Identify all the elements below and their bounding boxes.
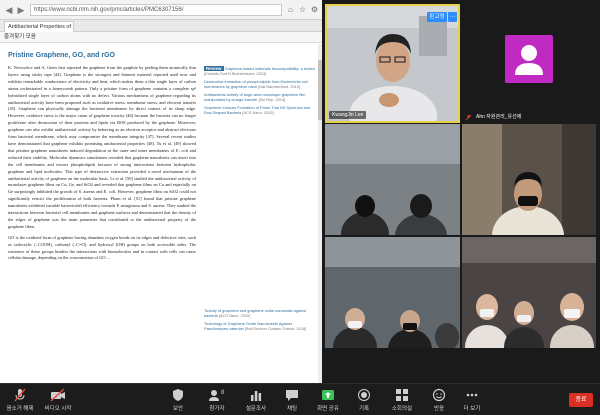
related-articles: Review Graphene-based materials biocompa… [204,66,316,136]
video-tile-avatar[interactable]: Ahn 자원관리_유선애 [462,4,596,123]
home-icon[interactable]: ⌂ [286,5,295,14]
participant-video [325,124,460,235]
related-source: [ACS Nano. 2010] [218,313,251,318]
article-content: Pristine Graphene, GO, and rGO K. Novose… [0,44,200,383]
breakout-rooms-button[interactable]: 소회의실 [382,387,422,415]
shield-icon [173,389,183,401]
participant-name: Ahn 자원관리_유선애 [476,114,522,120]
participants-button[interactable]: 8 참가자 [197,387,237,415]
zoom-meeting-window: ◀ ▶ https://www.ncbi.nlm.nih.gov/pmc/art… [0,0,600,415]
related-articles-bottom: Toxicity of graphene and graphene oxide … [204,308,316,338]
share-screen-icon [322,390,334,400]
more-options-button[interactable]: ··· [448,12,457,22]
speaker-video [327,6,458,121]
toolbar-label: 채팅 [286,406,298,412]
toolbar-label: 보안 [172,406,184,412]
related-item[interactable]: Toxicology of Graphene Oxide Nanosheets … [204,321,316,331]
participants-icon: 8 [209,390,225,401]
favorites-bar: 즐겨찾기 모음 [0,32,322,43]
related-title[interactable]: Antibacterial activity of large-area mon… [204,92,305,102]
related-source: [Bull Environ Contam Toxicol. 2018] [244,326,307,331]
toolbar-label: 화면 공유 [317,406,339,412]
mic-off-icon [14,388,26,402]
related-source: [Colloids Surf B Biointerfaces. 2013] [204,71,267,76]
participant-video [462,237,596,348]
polls-button[interactable]: 설문조사 [236,387,276,415]
related-item[interactable]: Toxicity of graphene and graphene oxide … [204,308,316,318]
record-icon [358,389,370,401]
related-source: [Nat Nanotechnol. 2013] [258,84,301,89]
meeting-toolbar: 음소거 해제 비디오 시작 보안 8 참가자 설문조사 채팅 화면 공유 기록 … [0,383,600,415]
video-tile[interactable] [325,124,460,235]
favorites-label[interactable]: 즐겨찾기 모음 [4,34,36,40]
share-screen-button[interactable]: 화면 공유 [308,387,348,415]
toolbar-label: 음소거 해제 [6,406,34,412]
related-source: [ACS Nano. 2015] [242,110,274,115]
security-button[interactable]: 보안 [158,387,198,415]
toolbar-label: 기록 [358,406,370,412]
related-item[interactable]: Destructive extraction of phospholipids … [204,79,316,89]
start-video-button[interactable]: 비디오 시작 [38,387,78,415]
unmute-button[interactable]: 음소거 해제 [0,387,40,415]
forward-arrow-icon[interactable]: ▶ [16,5,26,15]
participant-video [325,237,460,348]
end-meeting-button[interactable]: 종료 [569,393,593,407]
video-tile[interactable] [462,237,596,348]
breakout-icon [396,389,408,401]
more-icon [466,393,478,397]
back-arrow-icon[interactable]: ◀ [4,5,14,15]
toolbar-label: 설문조사 [245,406,267,412]
toolbar-label: 비디오 시작 [44,406,72,412]
record-button[interactable]: 기록 [344,387,384,415]
tab-strip: Antibacterial Properties of ... [0,20,322,32]
scrollbar-thumb[interactable] [318,60,322,120]
video-tile[interactable] [462,124,596,235]
related-item[interactable]: Review Graphene-based materials biocompa… [204,66,316,76]
chat-icon [286,390,298,401]
related-item[interactable]: Antibacterial activity of large-area mon… [204,92,316,102]
poll-icon [251,391,262,401]
related-source: [Sci Rep. 2014] [258,97,286,102]
video-tile[interactable] [325,237,460,348]
participant-video [462,124,596,235]
video-off-icon [50,388,65,402]
toolbar-label: 소회의실 [391,406,413,412]
avatar [505,35,553,83]
article-paragraph: GO is the oxidized form of graphene havi… [8,234,196,261]
pin-button[interactable]: 핀고정 [427,12,447,22]
toolbar-label: 더 보기 [463,406,481,412]
star-icon[interactable]: ☆ [298,5,307,14]
settings-gear-icon[interactable]: ⚙ [310,5,319,14]
person-icon [515,45,543,75]
article-heading: Pristine Graphene, GO, and rGO [8,52,115,59]
video-tile-speaker[interactable]: 핀고정 ··· KwangJin Lee [325,4,460,123]
browser-tab[interactable]: Antibacterial Properties of ... [4,21,74,32]
toolbar-label: 참가자 [209,406,225,412]
shared-screen[interactable]: ◀ ▶ https://www.ncbi.nlm.nih.gov/pmc/art… [0,0,322,383]
article-paragraph: K. Novoselov and A. Geim first reported … [8,65,196,229]
mic-off-icon [465,114,472,121]
more-button[interactable]: 더 보기 [452,387,492,415]
related-item[interactable]: Graphene Induces Formation of Pores That… [204,105,316,115]
reactions-icon [432,388,446,402]
participant-count: 8 [221,390,225,396]
participant-name: KwangJin Lee [329,111,367,119]
chat-button[interactable]: 채팅 [272,387,312,415]
browser-toolbar: ◀ ▶ https://www.ncbi.nlm.nih.gov/pmc/art… [0,0,322,20]
address-bar[interactable]: https://www.ncbi.nlm.nih.gov/pmc/article… [30,4,282,16]
